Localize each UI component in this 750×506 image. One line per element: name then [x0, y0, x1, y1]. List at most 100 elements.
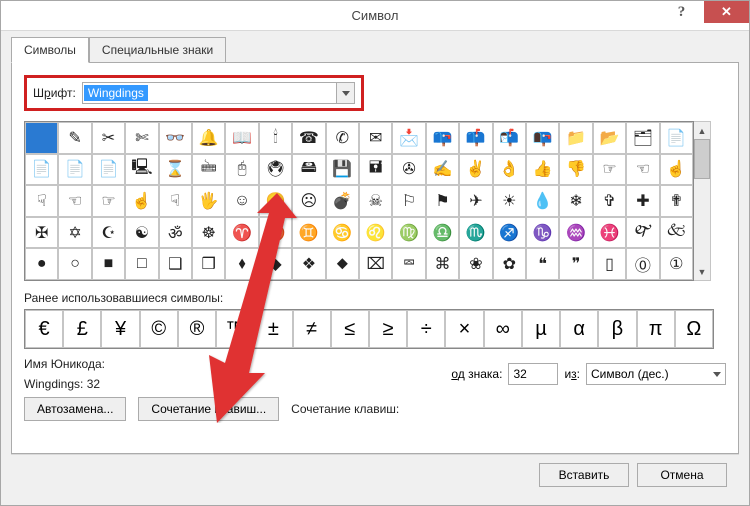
glyph-cell[interactable]: ☞ — [593, 154, 626, 186]
glyph-cell[interactable]: ✠ — [25, 217, 58, 249]
glyph-cell[interactable]: 👎 — [559, 154, 592, 186]
glyph-cell[interactable]: ♉ — [259, 217, 292, 249]
glyph-cell[interactable]: 📂 — [593, 122, 626, 154]
scroll-up-arrow-icon[interactable]: ▲ — [694, 122, 710, 139]
glyph-cell[interactable]: ⚑ — [426, 185, 459, 217]
glyph-cell[interactable]: 🖴 — [292, 154, 325, 186]
recent-cell[interactable]: ∞ — [484, 310, 522, 348]
glyph-cell[interactable]: ▯ — [593, 248, 626, 280]
recent-cell[interactable]: ≤ — [331, 310, 369, 348]
glyph-cell[interactable]: 📭 — [526, 122, 559, 154]
glyph-cell[interactable]: 📄 — [92, 154, 125, 186]
glyph-cell[interactable]: ✆ — [326, 122, 359, 154]
glyph-cell[interactable]: ◆ — [259, 248, 292, 280]
glyph-cell[interactable]: 📪 — [426, 122, 459, 154]
recent-cell[interactable]: ≠ — [293, 310, 331, 348]
glyph-cell[interactable]: ❄ — [559, 185, 592, 217]
glyph-cell[interactable]: ♊ — [292, 217, 325, 249]
glyph-cell[interactable]: 🔔 — [192, 122, 225, 154]
glyph-cell[interactable]: ❑ — [159, 248, 192, 280]
autoreplace-button[interactable]: Автозамена... — [24, 397, 126, 421]
glyph-cell[interactable]: ❖ — [292, 248, 325, 280]
glyph-cell[interactable]: ♈ — [225, 217, 258, 249]
glyph-cell[interactable]: ☎ — [292, 122, 325, 154]
glyph-cell[interactable]: ♎ — [426, 217, 459, 249]
glyph-cell[interactable]: 🖰 — [225, 154, 258, 186]
glyph-cell[interactable]: ☺ — [225, 185, 258, 217]
scroll-track[interactable] — [694, 139, 710, 263]
glyph-cell[interactable]: ☠ — [359, 185, 392, 217]
glyph-cell[interactable]: 📩 — [392, 122, 425, 154]
glyph-cell[interactable]: 📖 — [225, 122, 258, 154]
glyph-cell[interactable]: ● — [25, 248, 58, 280]
glyph-cell[interactable]: ❀ — [459, 248, 492, 280]
glyph-cell[interactable]: 💾 — [326, 154, 359, 186]
glyph-cell[interactable]: ✿ — [493, 248, 526, 280]
glyph-cell[interactable]: ✌ — [459, 154, 492, 186]
glyph-cell[interactable]: ☜ — [58, 185, 91, 217]
glyph-cell[interactable]: ♑ — [526, 217, 559, 249]
glyph-cell[interactable]: 👌 — [493, 154, 526, 186]
glyph-cell[interactable]: ॐ — [159, 217, 192, 249]
tab-special[interactable]: Специальные знаки — [89, 37, 226, 63]
glyph-cell[interactable]: ☞ — [92, 185, 125, 217]
glyph-cell[interactable]: ☟ — [25, 185, 58, 217]
glyph-cell[interactable]: 💣 — [326, 185, 359, 217]
glyph-cell[interactable]: ■ — [92, 248, 125, 280]
recent-cell[interactable]: α — [560, 310, 598, 348]
glyph-cell[interactable]: 🗂 — [626, 122, 659, 154]
glyph-cell[interactable]: ❒ — [192, 248, 225, 280]
glyph-cell[interactable]: 🖳 — [125, 154, 158, 186]
glyph-cell[interactable]: ⌧ — [359, 248, 392, 280]
recent-cell[interactable]: Ω — [675, 310, 713, 348]
recent-cell[interactable]: ® — [178, 310, 216, 348]
glyph-cell[interactable]: ✇ — [392, 154, 425, 186]
glyph-cell[interactable]: ⮹ — [392, 248, 425, 280]
glyph-cell[interactable]: 🙰 — [626, 217, 659, 249]
glyph-cell[interactable]: 📄 — [58, 154, 91, 186]
glyph-cell[interactable]: ☹ — [292, 185, 325, 217]
tab-symbols[interactable]: Символы — [11, 37, 89, 63]
glyph-cell[interactable] — [25, 122, 58, 154]
shortcut-button[interactable]: Сочетание клавиш... — [138, 397, 279, 421]
glyph-cell[interactable]: ♏ — [459, 217, 492, 249]
from-dropdown[interactable]: Символ (дес.) — [586, 363, 726, 385]
glyph-cell[interactable]: ⬥ — [326, 248, 359, 280]
glyph-cell[interactable]: 🖐 — [192, 185, 225, 217]
glyph-cell[interactable]: ☝ — [125, 185, 158, 217]
glyph-cell[interactable]: ☟ — [159, 185, 192, 217]
glyph-cell[interactable]: ⬧ — [225, 248, 258, 280]
recent-cell[interactable]: β — [598, 310, 636, 348]
recent-cell[interactable]: ÷ — [407, 310, 445, 348]
glyph-cell[interactable]: ♐ — [493, 217, 526, 249]
glyph-cell[interactable]: ✎ — [58, 122, 91, 154]
glyph-cell[interactable]: ☸ — [192, 217, 225, 249]
recent-cell[interactable]: π — [637, 310, 675, 348]
glyph-cell[interactable]: ⌘ — [426, 248, 459, 280]
recent-cell[interactable]: © — [140, 310, 178, 348]
recent-cell[interactable]: × — [445, 310, 483, 348]
glyph-cell[interactable]: ✍ — [426, 154, 459, 186]
recent-cell[interactable]: ™ — [216, 310, 254, 348]
glyph-cell[interactable]: ✈ — [459, 185, 492, 217]
glyph-cell[interactable]: 😐 — [259, 185, 292, 217]
glyph-cell[interactable]: 📬 — [493, 122, 526, 154]
glyph-cell[interactable]: ✉ — [359, 122, 392, 154]
recent-cell[interactable]: µ — [522, 310, 560, 348]
insert-button[interactable]: Вставить — [539, 463, 629, 487]
glyph-cell[interactable]: ⚐ — [392, 185, 425, 217]
recent-cell[interactable]: £ — [63, 310, 101, 348]
recent-cell[interactable]: ¥ — [101, 310, 139, 348]
glyph-cell[interactable]: ☯ — [125, 217, 158, 249]
glyph-cell[interactable]: ♒ — [559, 217, 592, 249]
glyph-cell[interactable]: ✞ — [593, 185, 626, 217]
close-button[interactable]: ✕ — [704, 1, 749, 23]
glyph-cell[interactable]: 🙵 — [660, 217, 693, 249]
glyph-cell[interactable]: ✂ — [92, 122, 125, 154]
glyph-cell[interactable]: ✟ — [660, 185, 693, 217]
recent-cell[interactable]: ± — [254, 310, 292, 348]
glyph-cell[interactable]: ⓪ — [626, 248, 659, 280]
glyph-cell[interactable]: ♓ — [593, 217, 626, 249]
scroll-thumb[interactable] — [694, 139, 710, 179]
glyph-cell[interactable]: 🖮 — [192, 154, 225, 186]
